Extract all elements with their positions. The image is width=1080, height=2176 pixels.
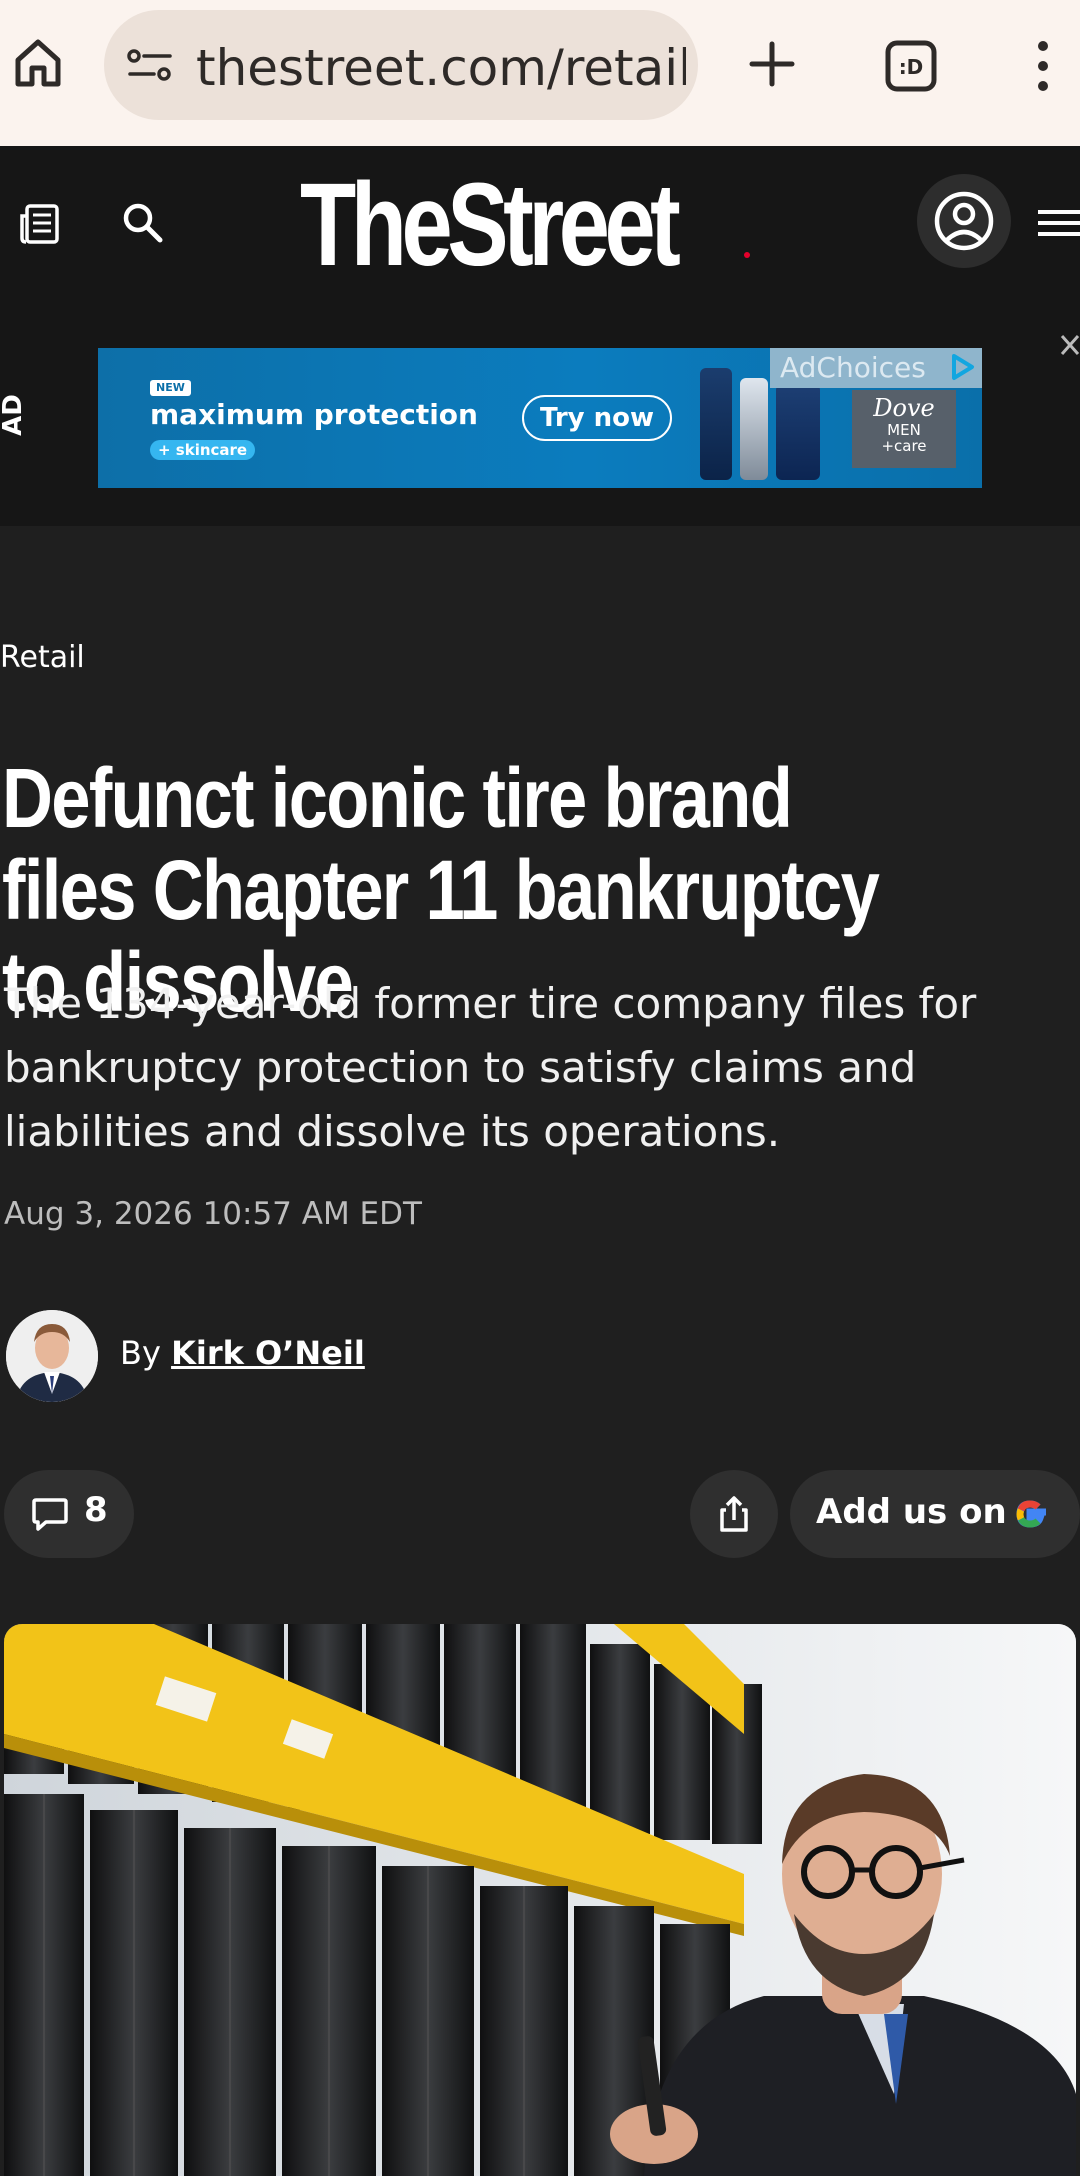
ad-label: AD <box>0 394 28 436</box>
close-icon[interactable] <box>1058 330 1080 360</box>
ad-badge: NEW <box>150 380 191 396</box>
comment-icon <box>32 1498 68 1531</box>
comment-count: 8 <box>84 1490 108 1530</box>
url-text[interactable]: thestreet.com/retail <box>196 38 686 98</box>
hero-image <box>4 1624 1076 2176</box>
category-link[interactable]: Retail <box>0 640 85 675</box>
tune-icon[interactable] <box>126 47 174 83</box>
more-vert-icon[interactable] <box>1028 38 1058 94</box>
ad-subtext: + skincare <box>150 440 256 460</box>
ad-headline: maximum protection <box>150 398 478 431</box>
adchoices-label[interactable]: AdChoices <box>770 348 982 388</box>
share-icon <box>720 1496 748 1532</box>
article-dek: The 134-year-old former tire company fil… <box>4 979 977 1156</box>
author-avatar[interactable] <box>6 1310 98 1402</box>
ad-banner[interactable]: NEW maximum protection + skincare Try no… <box>98 348 982 488</box>
google-icon <box>1016 1500 1046 1528</box>
ad-product-image <box>740 378 768 480</box>
browser-toolbar: thestreet.com/retail :D <box>0 0 1080 146</box>
article-timestamp: Aug 3, 2026 10:57 AM EDT <box>4 1196 422 1232</box>
address-bar[interactable]: thestreet.com/retail <box>104 10 698 120</box>
comments-button[interactable]: 8 <box>4 1470 134 1558</box>
logo-dot <box>744 252 750 258</box>
home-icon[interactable] <box>10 34 66 90</box>
site-logo[interactable]: TheStreet <box>300 160 681 290</box>
ad-brand-logo: Dove MEN +care <box>852 390 956 468</box>
adchoices-text: AdChoices <box>780 351 926 384</box>
author-link[interactable]: Kirk O’Neil <box>171 1334 365 1372</box>
newspaper-icon[interactable] <box>18 202 62 246</box>
ad-cta-button[interactable]: Try now <box>522 395 672 441</box>
account-icon[interactable] <box>917 174 1011 268</box>
tab-switcher-icon[interactable]: :D <box>883 38 939 94</box>
add-us-on-google-button[interactable]: Add us on <box>790 1470 1080 1558</box>
ad-product-image <box>776 384 820 480</box>
byline-prefix: By <box>120 1334 172 1372</box>
byline: By Kirk O’Neil <box>120 1334 365 1372</box>
plus-icon[interactable] <box>746 38 798 90</box>
google-button-label: Add us on <box>816 1492 1007 1532</box>
share-button[interactable] <box>690 1470 778 1558</box>
search-icon[interactable] <box>120 200 164 244</box>
adchoices-icon <box>952 354 974 380</box>
ad-product-image <box>700 368 732 480</box>
tab-switcher-label: :D <box>899 55 924 79</box>
hamburger-icon[interactable] <box>1038 208 1080 238</box>
